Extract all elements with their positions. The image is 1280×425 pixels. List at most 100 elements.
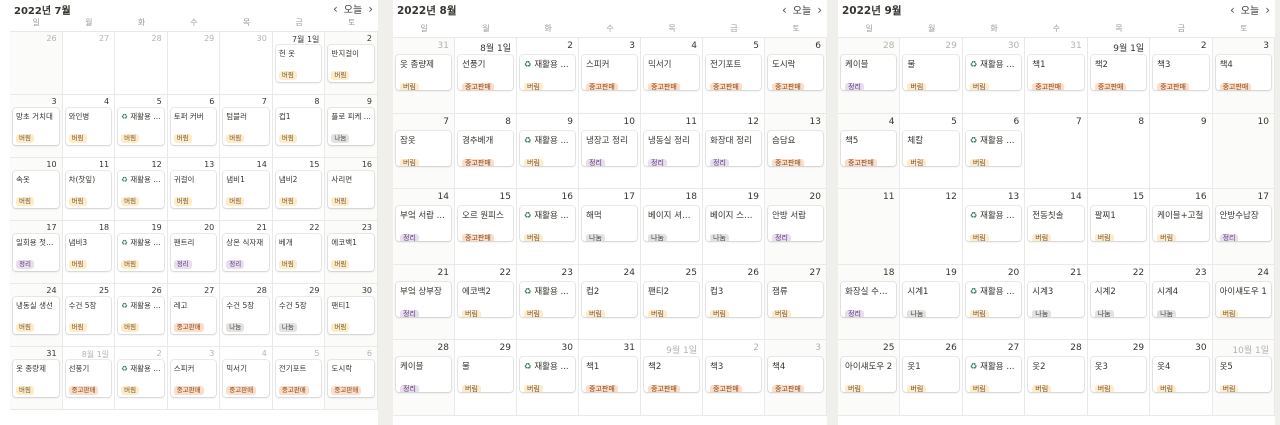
day-cell[interactable]: 2 ♻ 재활용 ... 버림 [517, 38, 579, 114]
event-card[interactable]: 옷 종량제 버림 [396, 55, 451, 90]
day-cell[interactable]: 6 도시락 중고판매 [325, 347, 378, 410]
day-cell[interactable]: 2 책3 중고판매 [1150, 38, 1213, 114]
event-card[interactable]: 옷5 버림 [1215, 357, 1271, 392]
day-cell[interactable]: 3 스피커 중고판매 [579, 38, 641, 114]
next-month-icon[interactable]: › [1265, 3, 1270, 17]
day-cell[interactable]: 5 체칼 버림 [900, 113, 963, 189]
event-card[interactable]: ♻ 재활용 ... 버림 [965, 281, 1022, 317]
day-cell[interactable]: 6 도시락 중고판매 [765, 38, 827, 114]
event-card[interactable]: 책4 중고판매 [768, 357, 823, 392]
day-cell[interactable]: 23 ♻ 재활용 ... 버림 [517, 264, 579, 340]
day-cell[interactable]: 6 ♻ 재활용 ... 버림 [962, 113, 1026, 189]
day-cell[interactable]: 28 케이블 정리 [838, 38, 901, 114]
event-card[interactable]: 냉동실 생선 버림 [13, 297, 59, 334]
day-cell[interactable]: 20 팬트리 정리 [167, 221, 221, 284]
event-card[interactable]: 수건 5장 나눔 [223, 297, 269, 334]
event-card[interactable]: 부엌 서랍 ... 정리 [396, 206, 451, 241]
event-card[interactable]: 시계2 나눔 [1090, 281, 1147, 317]
day-cell[interactable]: 31 옷 종량제 버림 [393, 38, 455, 114]
today-button[interactable]: 오늘 [793, 2, 811, 17]
event-card[interactable]: 전동칫솔 버림 [1028, 206, 1084, 241]
day-cell[interactable]: 19 ♻ 재활용 ... 버림 [115, 221, 168, 284]
day-cell[interactable]: 24 냉동실 생선 버림 [10, 284, 63, 347]
event-card[interactable]: 와인병 버림 [65, 108, 112, 145]
day-cell[interactable]: 15 냄비2 버림 [272, 158, 326, 221]
today-button[interactable]: 오늘 [1241, 2, 1259, 17]
next-month-icon[interactable]: › [368, 2, 373, 16]
event-card[interactable]: 책2 중고판매 [644, 357, 699, 392]
event-card[interactable]: 베이지 스커트 나눔 [706, 206, 761, 241]
day-cell[interactable]: 19 베이지 스커트 나눔 [703, 189, 765, 265]
event-card[interactable]: ♻ 재활용 ... 버림 [118, 171, 164, 208]
event-card[interactable]: 옷4 버림 [1153, 357, 1209, 392]
day-cell[interactable]: 4 믹서기 중고판매 [641, 38, 703, 114]
day-cell[interactable]: 13 ♻ 재활용 ... 버림 [962, 189, 1026, 265]
day-cell[interactable]: 28 케이블 정리 [393, 340, 455, 416]
day-cell[interactable]: 12 ♻ 재활용 ... 버림 [115, 158, 168, 221]
day-cell[interactable]: 3 망초 거치대 버림 [10, 95, 63, 158]
day-cell[interactable]: 9 ♻ 재활용 ... 버림 [517, 113, 579, 189]
event-card[interactable]: 잠옷 버림 [396, 130, 451, 166]
event-card[interactable]: 해먹 나눔 [582, 206, 637, 241]
event-card[interactable]: 전기포트 중고판매 [275, 360, 322, 397]
event-card[interactable]: 에코백2 버림 [458, 281, 513, 317]
day-cell[interactable]: 10 [1212, 113, 1275, 189]
event-card[interactable]: ♻ 재활용 ... 버림 [520, 206, 575, 241]
day-cell[interactable]: 26 컵3 버림 [703, 264, 765, 340]
day-cell[interactable]: 26 옷1 버림 [900, 340, 963, 416]
day-cell[interactable]: 27 잼류 버림 [765, 264, 827, 340]
day-cell[interactable]: 8 [1087, 113, 1151, 189]
day-cell[interactable]: 14 전동칫솔 버림 [1025, 189, 1088, 265]
day-cell[interactable]: 22 에코백2 버림 [455, 264, 517, 340]
day-cell[interactable]: 13 귀걸이 버림 [167, 158, 221, 221]
day-cell[interactable]: 22 시계2 나눔 [1087, 264, 1151, 340]
event-card[interactable]: 일회용 젓가락 정리 [13, 234, 59, 271]
day-cell[interactable]: 29 수건 5장 나눔 [272, 284, 326, 347]
day-cell[interactable]: 25 팬티2 버림 [641, 264, 703, 340]
event-card[interactable]: 오르 원피스 중고판매 [458, 206, 513, 241]
event-card[interactable]: 믹서기 중고판매 [644, 55, 699, 90]
event-card[interactable]: ♻ 재활용 ... 버림 [965, 206, 1022, 241]
prev-month-icon[interactable]: ‹ [333, 2, 338, 16]
event-card[interactable]: 화장대 정리 정리 [706, 130, 761, 166]
day-cell[interactable]: 29 [167, 32, 221, 95]
day-cell[interactable]: 30 ♻ 재활용 ... 버림 [517, 340, 579, 416]
day-cell[interactable]: 9월 1일 책2 중고판매 [1087, 38, 1151, 114]
event-card[interactable]: 레고 중고판매 [170, 297, 217, 334]
event-card[interactable]: 냄비3 버림 [65, 234, 112, 271]
event-card[interactable]: 책1 중고판매 [1028, 55, 1084, 90]
event-card[interactable]: ♻ 재활용 ... 버림 [965, 357, 1022, 392]
event-card[interactable]: 전기포트 중고판매 [706, 55, 761, 90]
event-card[interactable]: ♻ 재활용 ... 버림 [965, 55, 1022, 90]
day-cell[interactable]: 28 수건 5장 나눔 [220, 284, 273, 347]
day-cell[interactable]: 27 ♻ 재활용 ... 버림 [962, 340, 1026, 416]
event-card[interactable]: 옷 종량제 버림 [13, 360, 59, 397]
event-card[interactable]: 에코백1 버림 [328, 234, 374, 271]
today-button[interactable]: 오늘 [344, 1, 362, 16]
day-cell[interactable]: 30 [220, 32, 273, 95]
event-card[interactable]: 수건 5장 나눔 [275, 297, 322, 334]
day-cell[interactable]: 23 시계4 나눔 [1150, 264, 1213, 340]
event-card[interactable]: 책3 중고판매 [706, 357, 761, 392]
event-card[interactable]: 차(찻잎) 버림 [65, 171, 112, 208]
day-cell[interactable]: 4 책5 중고판매 [838, 113, 901, 189]
event-card[interactable]: 선풍기 중고판매 [458, 55, 513, 90]
day-cell[interactable]: 31 책1 중고판매 [1025, 38, 1088, 114]
day-cell[interactable]: 28 옷2 버림 [1025, 340, 1088, 416]
event-card[interactable]: 책5 중고판매 [841, 130, 897, 166]
event-card[interactable]: 안방 서랍 정리 [768, 206, 823, 241]
event-card[interactable]: 케이블 정리 [396, 357, 451, 392]
event-card[interactable]: 아이섀도우 1 버림 [1215, 281, 1271, 317]
event-card[interactable]: ♻ 재활용 ... 버림 [118, 360, 164, 397]
day-cell[interactable]: 10 냉장고 정리 정리 [579, 113, 641, 189]
day-cell[interactable]: 10 속옷 버림 [10, 158, 63, 221]
day-cell[interactable]: 7 잠옷 버림 [393, 113, 455, 189]
day-cell[interactable]: 3 책4 중고판매 [765, 340, 827, 416]
day-cell[interactable]: 9 [1150, 113, 1213, 189]
prev-month-icon[interactable]: ‹ [1230, 3, 1235, 17]
event-card[interactable]: 경추베개 중고판매 [458, 130, 513, 166]
day-cell[interactable]: 18 냄비3 버림 [62, 221, 116, 284]
day-cell[interactable]: 24 컵2 버림 [579, 264, 641, 340]
day-cell[interactable]: 21 시계3 나눔 [1025, 264, 1088, 340]
day-cell[interactable]: 29 물 버림 [455, 340, 517, 416]
